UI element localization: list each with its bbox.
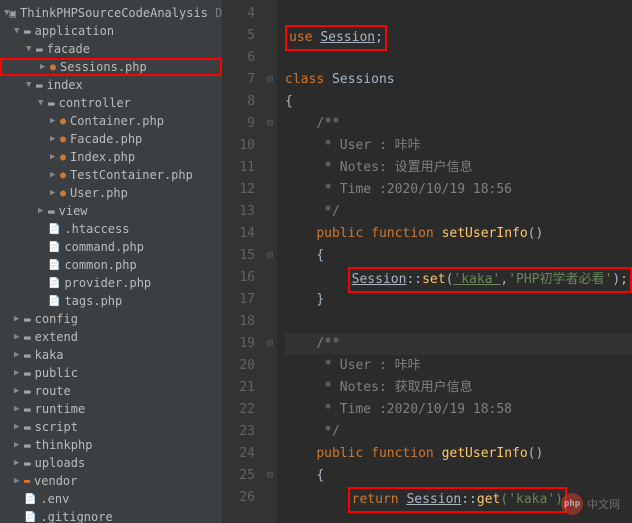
php-logo-icon: php — [561, 493, 583, 515]
folder-view[interactable]: ▶▬view — [0, 202, 222, 220]
file-env[interactable]: 📄.env — [0, 490, 222, 508]
file-index-php[interactable]: ▶●Index.php — [0, 148, 222, 166]
file-gitignore[interactable]: 📄.gitignore — [0, 508, 222, 523]
file-testcontainer-php[interactable]: ▶●TestContainer.php — [0, 166, 222, 184]
folder-application[interactable]: ▼▬application — [0, 22, 222, 40]
folder-vendor[interactable]: ▶▬vendor — [0, 472, 222, 490]
folder-thinkphp[interactable]: ▶▬thinkphp — [0, 436, 222, 454]
folder-config[interactable]: ▶▬config — [0, 310, 222, 328]
project-root[interactable]: ▼▣ThinkPHPSourceCodeAnalysis D:\phpstudy… — [0, 4, 222, 22]
fold-gutter[interactable]: ⊟⊟⊟⊟⊟ — [263, 0, 277, 523]
project-tree[interactable]: ▼▣ThinkPHPSourceCodeAnalysis D:\phpstudy… — [0, 0, 223, 523]
project-name-label: ThinkPHPSourceCodeAnalysis — [20, 6, 208, 20]
file-sessions-php[interactable]: ▶●Sessions.php — [0, 58, 222, 76]
folder-public[interactable]: ▶▬public — [0, 364, 222, 382]
code-editor[interactable]: 4567891011121314151617181920212223242526… — [223, 0, 632, 523]
code-content[interactable]: use Session; class Sessions { /** * User… — [277, 0, 632, 523]
folder-uploads[interactable]: ▶▬uploads — [0, 454, 222, 472]
file-facade-php[interactable]: ▶●Facade.php — [0, 130, 222, 148]
folder-facade[interactable]: ▼▬facade — [0, 40, 222, 58]
folder-index[interactable]: ▼▬index — [0, 76, 222, 94]
folder-route[interactable]: ▶▬route — [0, 382, 222, 400]
folder-kaka[interactable]: ▶▬kaka — [0, 346, 222, 364]
highlight-session-get: return Session::get('kaka') — [348, 487, 567, 513]
file-common-php[interactable]: 📄common.php — [0, 256, 222, 274]
file-htaccess[interactable]: 📄.htaccess — [0, 220, 222, 238]
file-command-php[interactable]: 📄command.php — [0, 238, 222, 256]
folder-extend[interactable]: ▶▬extend — [0, 328, 222, 346]
folder-script[interactable]: ▶▬script — [0, 418, 222, 436]
line-number-gutter: 4567891011121314151617181920212223242526 — [223, 0, 263, 523]
watermark: php 中文网 — [561, 493, 620, 515]
file-provider-php[interactable]: 📄provider.php — [0, 274, 222, 292]
file-tags-php[interactable]: 📄tags.php — [0, 292, 222, 310]
file-container-php[interactable]: ▶●Container.php — [0, 112, 222, 130]
file-user-php[interactable]: ▶●User.php — [0, 184, 222, 202]
folder-controller[interactable]: ▼▬controller — [0, 94, 222, 112]
project-path-label: D:\phpstudy_pro\WWW\T — [215, 6, 223, 20]
folder-runtime[interactable]: ▶▬runtime — [0, 400, 222, 418]
